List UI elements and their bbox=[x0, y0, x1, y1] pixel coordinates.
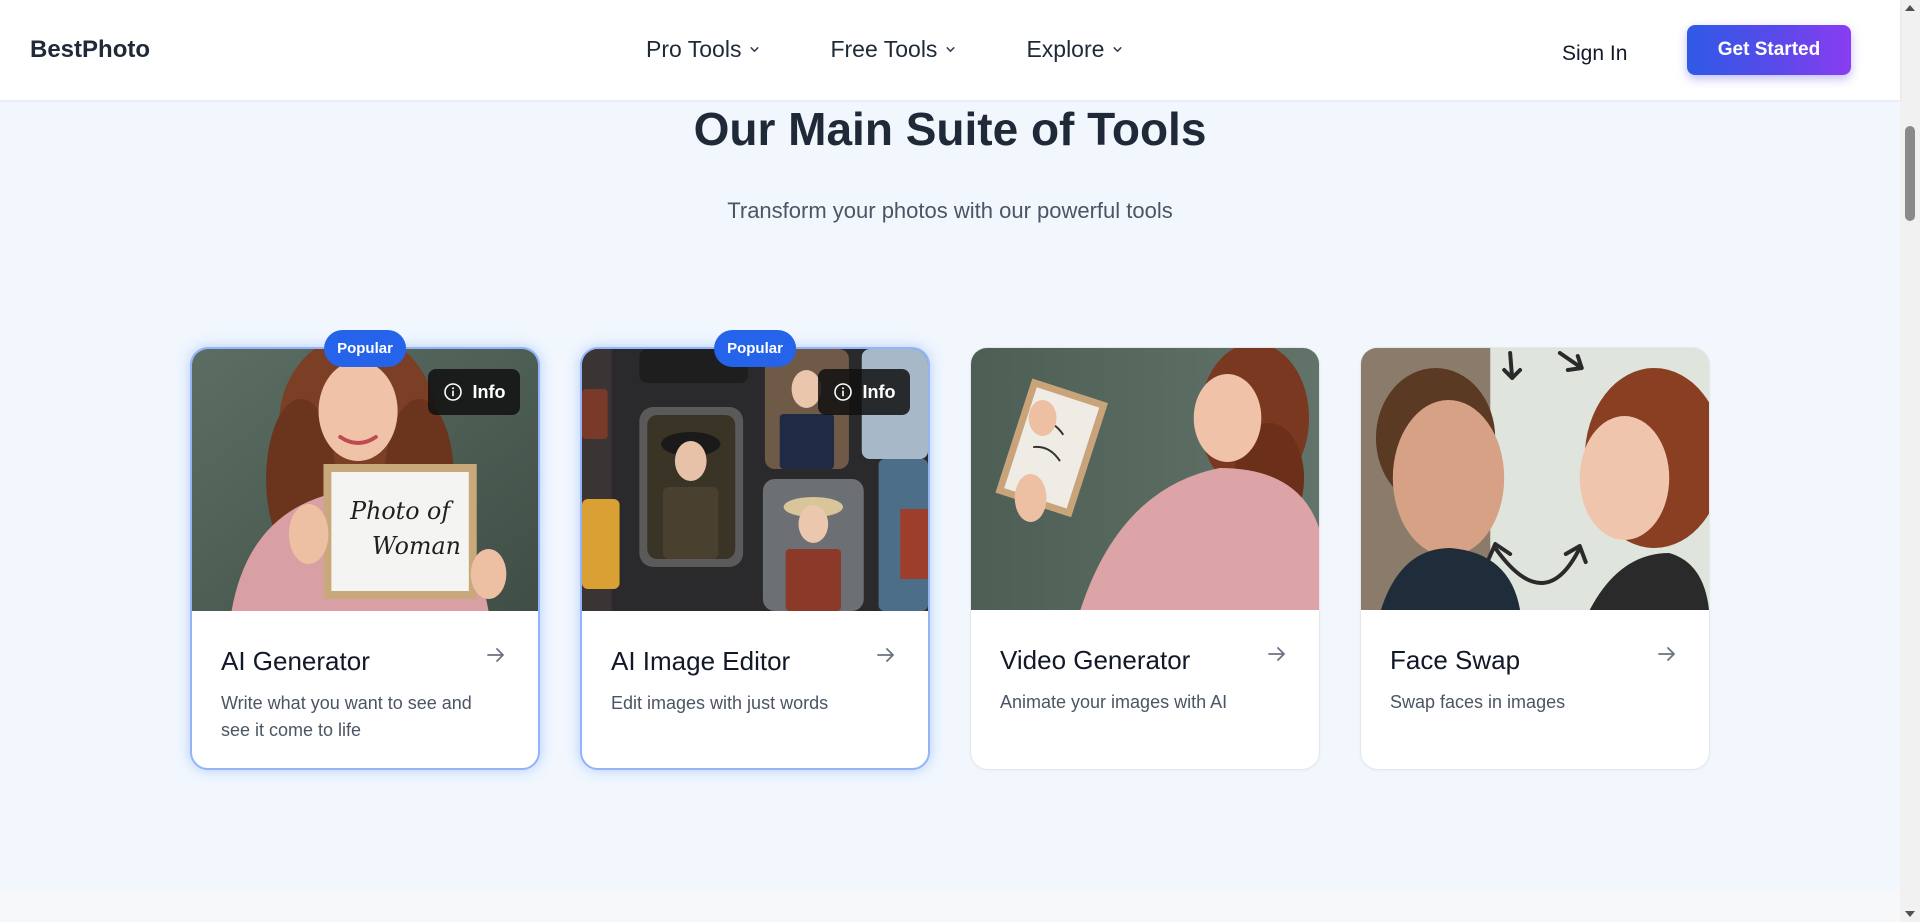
info-button[interactable]: Info bbox=[428, 369, 520, 415]
sign-text-2: Woman bbox=[372, 532, 461, 560]
card-image bbox=[971, 348, 1319, 610]
card-image bbox=[1361, 348, 1709, 610]
info-circle-icon bbox=[443, 382, 463, 402]
arrow-right-icon[interactable] bbox=[874, 643, 898, 667]
info-circle-icon bbox=[833, 382, 853, 402]
card-title: AI Generator bbox=[221, 646, 370, 676]
arrow-right-icon[interactable] bbox=[484, 643, 508, 667]
scroll-up-arrow-icon[interactable] bbox=[1905, 5, 1915, 11]
main-nav: Pro Tools Free Tools Explore bbox=[646, 36, 1193, 63]
nav-explore[interactable]: Explore bbox=[1026, 36, 1123, 63]
sign-text-1: Photo of bbox=[349, 497, 454, 525]
nav-free-tools-label: Free Tools bbox=[830, 36, 938, 62]
card-description: Write what you want to see and see it co… bbox=[221, 693, 472, 740]
scroll-down-arrow-icon[interactable] bbox=[1905, 911, 1915, 917]
nav-free-tools[interactable]: Free Tools bbox=[830, 36, 956, 63]
tool-card-ai-generator[interactable]: Popular Photo of Woman Info AI Generator… bbox=[190, 330, 540, 770]
site-header: BestPhoto Pro Tools Free Tools Explore S… bbox=[0, 0, 1900, 100]
popular-badge: Popular bbox=[324, 330, 406, 367]
logo[interactable]: BestPhoto bbox=[30, 36, 150, 64]
sign-in-link[interactable]: Sign In bbox=[1562, 42, 1627, 66]
arrow-right-icon[interactable] bbox=[1265, 642, 1289, 666]
card-title: Video Generator bbox=[1000, 645, 1191, 675]
card-title: AI Image Editor bbox=[611, 646, 791, 676]
scroll-thumb[interactable] bbox=[1905, 126, 1915, 221]
chevron-down-icon bbox=[1112, 44, 1123, 55]
arrow-right-icon[interactable] bbox=[1655, 642, 1679, 666]
section-subtitle: Transform your photos with our powerful … bbox=[727, 198, 1173, 223]
popular-badge: Popular bbox=[714, 330, 796, 367]
chevron-down-icon bbox=[945, 44, 956, 55]
get-started-button[interactable]: Get Started bbox=[1687, 25, 1851, 75]
page-scrollbar[interactable] bbox=[1900, 0, 1920, 922]
card-description: Animate your images with AI bbox=[1000, 692, 1228, 712]
tool-card-face-swap[interactable]: Face Swap Swap faces in images bbox=[1360, 347, 1710, 770]
card-title: Face Swap bbox=[1390, 645, 1521, 675]
card-description: Swap faces in images bbox=[1390, 692, 1566, 712]
chevron-down-icon bbox=[749, 44, 760, 55]
info-button[interactable]: Info bbox=[818, 369, 910, 415]
tool-card-ai-image-editor[interactable]: Popular Info AI Image Editor Edit images… bbox=[580, 330, 930, 770]
section-title: Our Main Suite of Tools bbox=[693, 103, 1207, 155]
nav-pro-tools-label: Pro Tools bbox=[646, 36, 742, 62]
tool-card-video-generator[interactable]: Video Generator Animate your images with… bbox=[970, 347, 1320, 770]
info-label: Info bbox=[862, 381, 896, 402]
info-label: Info bbox=[472, 381, 506, 402]
next-section-band bbox=[0, 890, 1900, 922]
card-description: Edit images with just words bbox=[611, 693, 829, 713]
nav-explore-label: Explore bbox=[1026, 36, 1105, 62]
nav-pro-tools[interactable]: Pro Tools bbox=[646, 36, 760, 63]
